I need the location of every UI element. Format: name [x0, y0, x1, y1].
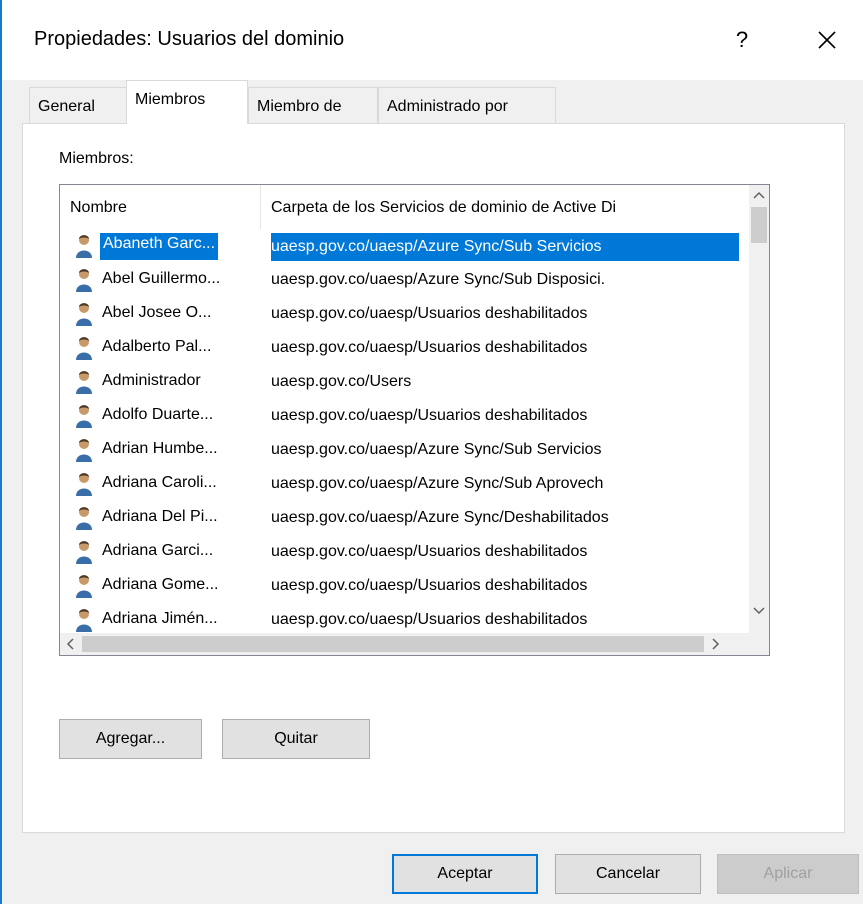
cancel-button[interactable]: Cancelar [555, 854, 701, 894]
window-title: Propiedades: Usuarios del dominio [34, 28, 345, 50]
member-name: Administrador [102, 372, 201, 389]
member-row[interactable]: Administrador uaesp.gov.co/Users [60, 365, 750, 399]
member-row[interactable]: Adriana Del Pi... uaesp.gov.co/uaesp/Azur… [60, 501, 750, 535]
member-folder: uaesp.gov.co/uaesp/Azure Sync/Sub Aprove… [271, 475, 604, 492]
member-row[interactable]: Adalberto Pal... uaesp.gov.co/uaesp/Usuar… [60, 331, 750, 365]
member-row[interactable]: Adriana Gome... uaesp.gov.co/uaesp/Usuari… [60, 569, 750, 603]
user-icon [73, 505, 95, 531]
member-row[interactable]: Adolfo Duarte... uaesp.gov.co/uaesp/Usuar… [60, 399, 750, 433]
member-folder: uaesp.gov.co/uaesp/Azure Sync/Sub Servic… [271, 233, 739, 261]
member-name: Adrian Humbe... [102, 440, 218, 457]
list-header: Nombre Carpeta de los Servicios de domin… [60, 185, 750, 229]
column-header-name[interactable]: Nombre [70, 199, 127, 217]
member-name: Adriana Garci... [102, 542, 214, 559]
add-button[interactable]: Agregar... [59, 719, 202, 759]
member-row[interactable]: Adrian Humbe... uaesp.gov.co/uaesp/Azure … [60, 433, 750, 467]
cancel-button-label: Cancelar [595, 865, 661, 882]
user-icon [73, 369, 95, 395]
member-row[interactable]: Abaneth Garc... uaesp.gov.co/uaesp/Azure … [60, 229, 750, 263]
user-icon [73, 267, 95, 293]
apply-button-label: Aplicar [763, 865, 813, 882]
members-list[interactable]: Nombre Carpeta de los Servicios de domin… [59, 184, 770, 656]
member-row[interactable]: Adriana Caroli... uaesp.gov.co/uaesp/Azur… [60, 467, 750, 501]
member-name: Adalberto Pal... [102, 338, 212, 355]
user-icon [73, 335, 95, 361]
title-bar: Propiedades: Usuarios del dominio ? [2, 0, 863, 80]
scroll-left-button[interactable] [60, 633, 80, 655]
close-icon [818, 31, 836, 49]
user-icon [73, 573, 95, 599]
member-folder: uaesp.gov.co/uaesp/Usuarios deshabilitad… [271, 577, 588, 594]
chevron-down-icon [753, 607, 765, 615]
vertical-scroll-thumb[interactable] [751, 207, 767, 243]
horizontal-scroll-thumb[interactable] [82, 636, 704, 652]
user-icon [73, 607, 95, 633]
member-folder: uaesp.gov.co/uaesp/Usuarios deshabilitad… [271, 543, 588, 560]
chevron-up-icon [753, 191, 765, 199]
tab-general[interactable]: General [29, 87, 129, 123]
chevron-right-icon [712, 638, 720, 650]
scroll-down-button[interactable] [749, 601, 769, 621]
member-name: Abel Josee O... [102, 304, 212, 321]
member-name: Abel Guillermo... [102, 270, 221, 287]
member-name: Adriana Caroli... [102, 474, 217, 491]
tab-miembro-de[interactable]: Miembro de [248, 87, 378, 123]
close-button[interactable] [797, 18, 857, 62]
tab-label: Administrado por [387, 98, 508, 115]
user-icon [73, 437, 95, 463]
ok-button[interactable]: Aceptar [392, 854, 538, 894]
add-button-label: Agregar... [95, 730, 166, 747]
member-folder: uaesp.gov.co/uaesp/Usuarios deshabilitad… [271, 611, 588, 628]
member-name: Adriana Del Pi... [102, 508, 218, 525]
remove-button[interactable]: Quitar [222, 719, 370, 759]
member-folder: uaesp.gov.co/uaesp/Azure Sync/Sub Servic… [271, 441, 602, 458]
tab-miembros[interactable]: Miembros [126, 80, 248, 124]
member-folder: uaesp.gov.co/uaesp/Usuarios deshabilitad… [271, 339, 588, 356]
user-icon [73, 403, 95, 429]
user-icon [73, 539, 95, 565]
scrollbar-corner [749, 633, 769, 655]
member-folder: uaesp.gov.co/uaesp/Azure Sync/Deshabilit… [271, 509, 609, 526]
member-row[interactable]: Adriana Garci... uaesp.gov.co/uaesp/Usuar… [60, 535, 750, 569]
horizontal-scrollbar[interactable] [60, 633, 750, 655]
column-header-folder[interactable]: Carpeta de los Servicios de dominio de A… [271, 199, 751, 217]
apply-button[interactable]: Aplicar [717, 854, 859, 894]
member-name: Adriana Jimén... [102, 610, 218, 627]
tab-label: Miembros [135, 91, 206, 108]
scroll-right-button[interactable] [706, 633, 726, 655]
tab-administrado-por[interactable]: Administrado por [378, 87, 556, 123]
member-row[interactable]: Adriana Jimén... uaesp.gov.co/uaesp/Usuar… [60, 603, 750, 637]
user-icon [73, 233, 95, 259]
scroll-up-button[interactable] [749, 185, 769, 205]
members-label: Miembros: [59, 150, 134, 167]
member-name: Adolfo Duarte... [102, 406, 214, 423]
member-folder: uaesp.gov.co/uaesp/Usuarios deshabilitad… [271, 305, 588, 322]
user-icon [73, 301, 95, 327]
tab-panel-miembros: Miembros: Nombre Carpeta de los Servicio… [22, 123, 845, 833]
column-divider[interactable] [260, 185, 261, 229]
member-folder: uaesp.gov.co/uaesp/Azure Sync/Sub Dispos… [271, 271, 606, 288]
user-icon [73, 471, 95, 497]
member-folder: uaesp.gov.co/uaesp/Usuarios deshabilitad… [271, 407, 588, 424]
member-folder: uaesp.gov.co/Users [271, 373, 412, 390]
tab-label: General [38, 98, 95, 115]
member-name: Abaneth Garc... [100, 233, 219, 260]
tab-label: Miembro de [257, 98, 342, 115]
dialog-body: General Miembros Miembro de Administrado… [2, 80, 863, 904]
vertical-scrollbar[interactable] [749, 185, 769, 635]
help-icon: ? [735, 27, 749, 52]
chevron-left-icon [66, 638, 74, 650]
member-row[interactable]: Abel Guillermo... uaesp.gov.co/uaesp/Azur… [60, 263, 750, 297]
help-button[interactable]: ? [717, 18, 767, 62]
member-row[interactable]: Abel Josee O... uaesp.gov.co/uaesp/Usuari… [60, 297, 750, 331]
member-rows: Abaneth Garc... uaesp.gov.co/uaesp/Azure … [60, 229, 750, 655]
member-name: Adriana Gome... [102, 576, 219, 593]
remove-button-label: Quitar [274, 730, 318, 747]
ok-button-label: Aceptar [437, 865, 493, 882]
